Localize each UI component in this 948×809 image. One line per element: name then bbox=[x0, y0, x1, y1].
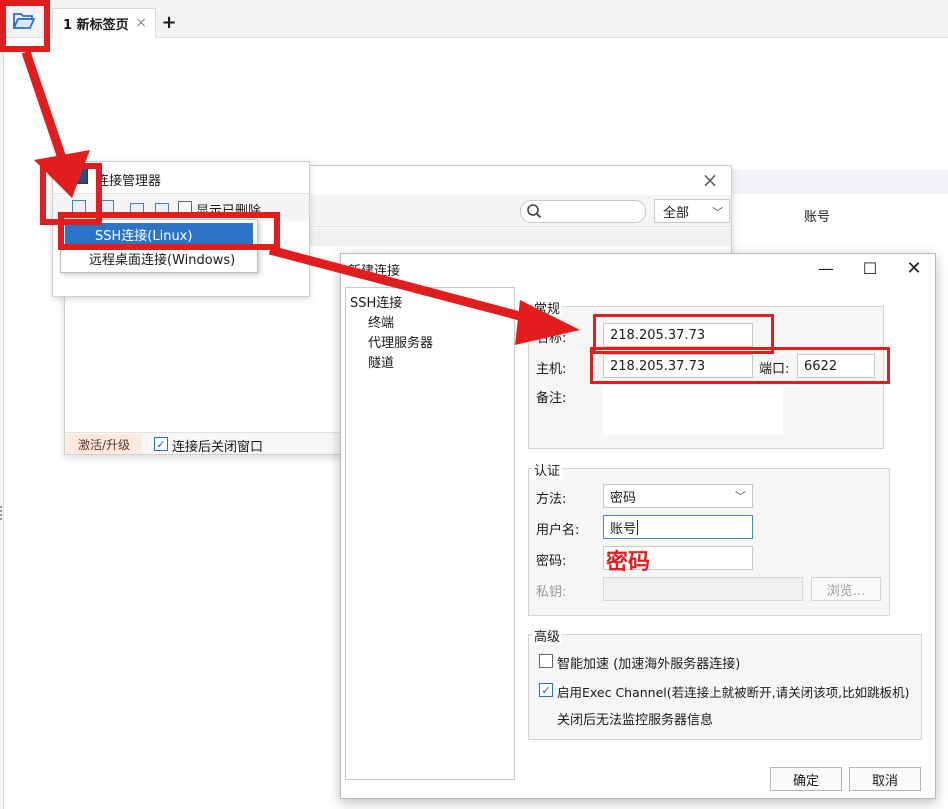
grid-row-background bbox=[732, 170, 948, 194]
close-after-connect-label: 连接后关闭窗口 bbox=[172, 440, 264, 455]
username-value: 账号 bbox=[610, 521, 637, 537]
host-label: 主机: bbox=[536, 362, 567, 377]
filter-value: 全部 bbox=[663, 205, 690, 221]
text-cursor bbox=[637, 519, 639, 535]
advanced-group-title: 高级 bbox=[532, 626, 563, 645]
chevron-down-icon: ﹀ bbox=[712, 206, 723, 219]
chevron-down-icon: ﹀ bbox=[735, 490, 746, 503]
tree-item-proxy[interactable]: 代理服务器 bbox=[368, 332, 433, 351]
cancel-button[interactable]: 取消 bbox=[849, 767, 921, 791]
close-icon[interactable]: ✕ bbox=[900, 256, 928, 280]
method-select[interactable]: 密码 ﹀ bbox=[603, 484, 753, 508]
annotation-box-host-port bbox=[590, 347, 890, 384]
note-field[interactable] bbox=[603, 385, 783, 435]
method-label: 方法: bbox=[536, 492, 567, 507]
new-tab-button[interactable]: + bbox=[160, 11, 178, 33]
column-header-account: 账号 bbox=[804, 210, 831, 225]
close-icon[interactable]: × bbox=[700, 168, 720, 192]
activate-upgrade-button[interactable]: 激活/升级 bbox=[66, 434, 142, 454]
maximize-icon[interactable]: ☐ bbox=[856, 256, 884, 280]
exec-channel-checkbox[interactable]: ✓ bbox=[539, 683, 553, 697]
general-group-title: 常规 bbox=[532, 298, 563, 317]
username-label: 用户名: bbox=[536, 523, 580, 538]
splitter-grip[interactable] bbox=[0, 506, 3, 520]
minimize-icon[interactable]: — bbox=[812, 256, 840, 280]
private-key-field bbox=[603, 577, 803, 601]
dialog-title: 新建连接 bbox=[348, 264, 401, 279]
search-icon bbox=[527, 204, 542, 219]
settings-tree: SSH连接 终端 代理服务器 隧道 bbox=[345, 287, 515, 780]
annotation-box-ssh-item bbox=[58, 212, 280, 250]
name-label: 名称: bbox=[536, 331, 567, 346]
annotation-box-folder bbox=[0, 0, 50, 52]
auth-group-title: 认证 bbox=[532, 460, 563, 479]
password-annotation: 密码 bbox=[606, 550, 651, 575]
menu-item-rdp[interactable]: 远程桌面连接(Windows) bbox=[65, 247, 253, 269]
ok-button[interactable]: 确定 bbox=[770, 767, 842, 791]
smart-accel-label: 智能加速 (加速海外服务器连接) bbox=[557, 657, 741, 672]
close-after-connect-checkbox[interactable]: ✓ bbox=[154, 437, 168, 451]
tree-item-terminal[interactable]: 终端 bbox=[368, 312, 394, 331]
private-key-label: 私钥: bbox=[536, 585, 567, 600]
filter-dropdown[interactable]: 全部 ﹀ bbox=[654, 199, 730, 223]
tab-close-icon[interactable]: × bbox=[135, 15, 147, 31]
tab-new-tab[interactable]: 1 新标签页 × bbox=[52, 8, 156, 38]
left-sidebar-strip bbox=[0, 38, 4, 809]
password-label: 密码: bbox=[536, 554, 567, 569]
note-label: 备注: bbox=[536, 391, 567, 406]
method-value: 密码 bbox=[610, 490, 637, 506]
tree-item-ssh[interactable]: SSH连接 bbox=[350, 292, 402, 311]
browse-button[interactable]: 浏览... bbox=[811, 577, 881, 601]
exec-channel-label: 启用Exec Channel(若连接上就被断开,请关闭该项,比如跳板机) bbox=[557, 685, 910, 700]
tab-label: 1 新标签页 bbox=[63, 18, 129, 33]
username-field[interactable]: 账号 bbox=[603, 515, 753, 539]
connection-manager-title: 连接管理器 bbox=[96, 174, 162, 189]
tree-item-tunnel[interactable]: 隧道 bbox=[368, 352, 394, 371]
exec-channel-note: 关闭后无法监控服务器信息 bbox=[557, 713, 714, 728]
smart-accel-checkbox[interactable] bbox=[539, 654, 553, 668]
